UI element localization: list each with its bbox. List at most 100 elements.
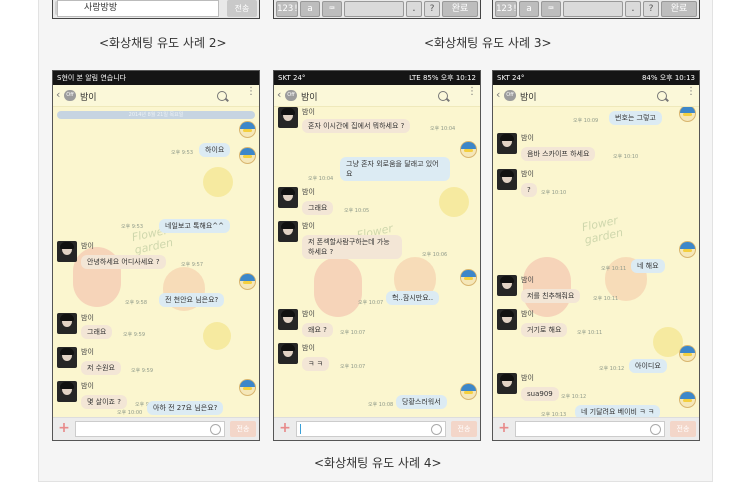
search-icon[interactable] — [438, 91, 448, 101]
message-time: 오후 10:12 — [599, 366, 625, 372]
message-bubble: 당황스러워서 — [396, 395, 447, 409]
more-menu-icon[interactable]: ⋮ — [686, 87, 696, 97]
send-button[interactable]: 전송 — [230, 421, 256, 437]
plus-icon[interactable]: + — [278, 421, 292, 436]
sender-name: 밤이 — [521, 134, 534, 142]
pororo-avatar — [679, 391, 696, 408]
pororo-avatar — [679, 241, 696, 258]
status-right-text: 84% 오후 10:13 — [641, 74, 695, 82]
chat-input-bar: + 전송 — [493, 417, 699, 440]
key-period[interactable]: . — [625, 1, 641, 17]
key-space[interactable] — [563, 1, 623, 17]
message-time: 오후 10:09 — [573, 118, 599, 124]
message-input[interactable] — [515, 421, 665, 437]
message-bubble: ㅋ ㅋ — [302, 357, 330, 371]
pororo-avatar — [239, 379, 256, 396]
chat-header: ‹ Off 밤이 ⋮ — [53, 85, 259, 107]
back-icon[interactable]: ‹ — [277, 88, 281, 101]
key-space[interactable] — [344, 1, 404, 17]
message-time: 오후 10:05 — [344, 208, 370, 214]
emoji-icon[interactable] — [431, 424, 442, 435]
message-time: 오후 10:04 — [308, 176, 334, 182]
avatar — [278, 187, 298, 208]
sender-name: 밤이 — [521, 374, 534, 382]
sender-name: 밤이 — [81, 242, 94, 250]
plus-icon[interactable]: + — [57, 421, 71, 436]
sender-name: 밤이 — [81, 348, 94, 356]
message-bubble: 그냥 혼자 외로움을 달래고 있어요 — [340, 157, 450, 181]
pororo-avatar — [239, 147, 256, 164]
background-illustration — [523, 257, 571, 317]
message-time: 오후 10:07 — [340, 330, 366, 336]
message-time: 오후 10:04 — [430, 126, 456, 132]
phone-screenshot-2: SKT 24° LTE 85% 오후 10:12 ‹ Off 밤이 ⋮ Flow… — [273, 70, 481, 441]
avatar — [278, 309, 298, 330]
chat-input-field[interactable]: 사랑방방 — [57, 0, 219, 17]
message-bubble: 혼자 이시간에 집에서 뭐하세요 ? — [302, 119, 411, 133]
message-input[interactable] — [75, 421, 225, 437]
key-question[interactable]: ? — [643, 1, 659, 17]
avatar — [497, 275, 517, 296]
key-tool[interactable]: ⌨ — [322, 1, 342, 17]
message-bubble: sua909 — [521, 387, 559, 401]
send-button[interactable]: 전송 — [227, 0, 257, 17]
message-bubble: 저 폰섹할사람구하는데 가능하세요 ? — [302, 235, 402, 259]
chat-input-value: 사랑방방 — [84, 3, 118, 13]
phone-screenshot-1: S현이 본 알림 연습니다 ‹ Off 밤이 ⋮ Flower garden 20… — [52, 70, 260, 441]
key-done[interactable]: 완료 — [442, 1, 478, 17]
plus-icon[interactable]: + — [497, 421, 511, 436]
key-lang[interactable]: a — [300, 1, 320, 17]
key-lang[interactable]: a — [519, 1, 539, 17]
message-input[interactable] — [296, 421, 446, 437]
sender-name: 밤이 — [302, 188, 315, 196]
emoji-icon[interactable] — [650, 424, 661, 435]
message-time: 오후 9:59 — [123, 332, 146, 338]
more-menu-icon[interactable]: ⋮ — [246, 87, 256, 97]
profile-badge-icon: Off — [504, 90, 516, 101]
message-bubble: 하이요 — [199, 143, 231, 157]
key-done[interactable]: 완료 — [661, 1, 697, 17]
message-bubble: 네일보고 톡해요^^ — [159, 219, 231, 233]
message-time: 오후 10:07 — [358, 300, 384, 306]
emoji-icon[interactable] — [210, 424, 221, 435]
avatar — [57, 381, 77, 402]
message-bubble: 저 수원요 — [81, 361, 121, 375]
caption-case-3: <화상채팅 유도 사례 3> — [424, 36, 552, 50]
caption-case-4: <화상채팅 유도 사례 4> — [314, 456, 442, 470]
sender-name: 밤이 — [81, 382, 94, 390]
sender-name: 밤이 — [302, 344, 315, 352]
message-time: 오후 10:10 — [613, 154, 639, 160]
flower-decoration — [203, 167, 233, 197]
search-icon[interactable] — [217, 91, 227, 101]
back-icon[interactable]: ‹ — [56, 88, 60, 101]
avatar — [497, 169, 517, 190]
send-button[interactable]: 전송 — [670, 421, 696, 437]
avatar — [57, 313, 77, 334]
key-numbers[interactable]: 123! — [276, 1, 299, 17]
avatar — [497, 309, 517, 330]
chat-header: ‹ Off 밤이 ⋮ — [493, 85, 699, 107]
message-bubble: 번호는 그렇고 — [609, 111, 662, 125]
status-left-text: SKT 24° — [278, 74, 306, 82]
key-period[interactable]: . — [406, 1, 422, 17]
message-time: 오후 10:11 — [577, 330, 603, 336]
message-time: 오후 10:12 — [561, 394, 587, 400]
search-icon[interactable] — [657, 91, 667, 101]
chat-area: Flowergarden 밤이 혼자 이시간에 집에서 뭐하세요 ? 오후 10… — [274, 107, 480, 419]
message-time: 오후 10:07 — [340, 364, 366, 370]
message-bubble: 몇 살이죠 ? — [81, 395, 127, 409]
more-menu-icon[interactable]: ⋮ — [467, 87, 477, 97]
status-right-text: LTE 85% 오후 10:12 — [409, 74, 476, 82]
back-icon[interactable]: ‹ — [496, 88, 500, 101]
background-illustration — [314, 257, 362, 317]
send-button[interactable]: 전송 — [451, 421, 477, 437]
status-left-text: SKT 24° — [497, 74, 525, 82]
key-tool[interactable]: ⌨ — [541, 1, 561, 17]
profile-badge-icon: Off — [285, 90, 297, 101]
pororo-avatar — [239, 121, 256, 138]
key-numbers[interactable]: 123! — [495, 1, 518, 17]
message-time: 오후 9:59 — [131, 368, 154, 374]
background-text: Flowergarden — [580, 213, 625, 247]
message-bubble: 헉..잠시만요.. — [386, 291, 440, 305]
key-question[interactable]: ? — [424, 1, 440, 17]
